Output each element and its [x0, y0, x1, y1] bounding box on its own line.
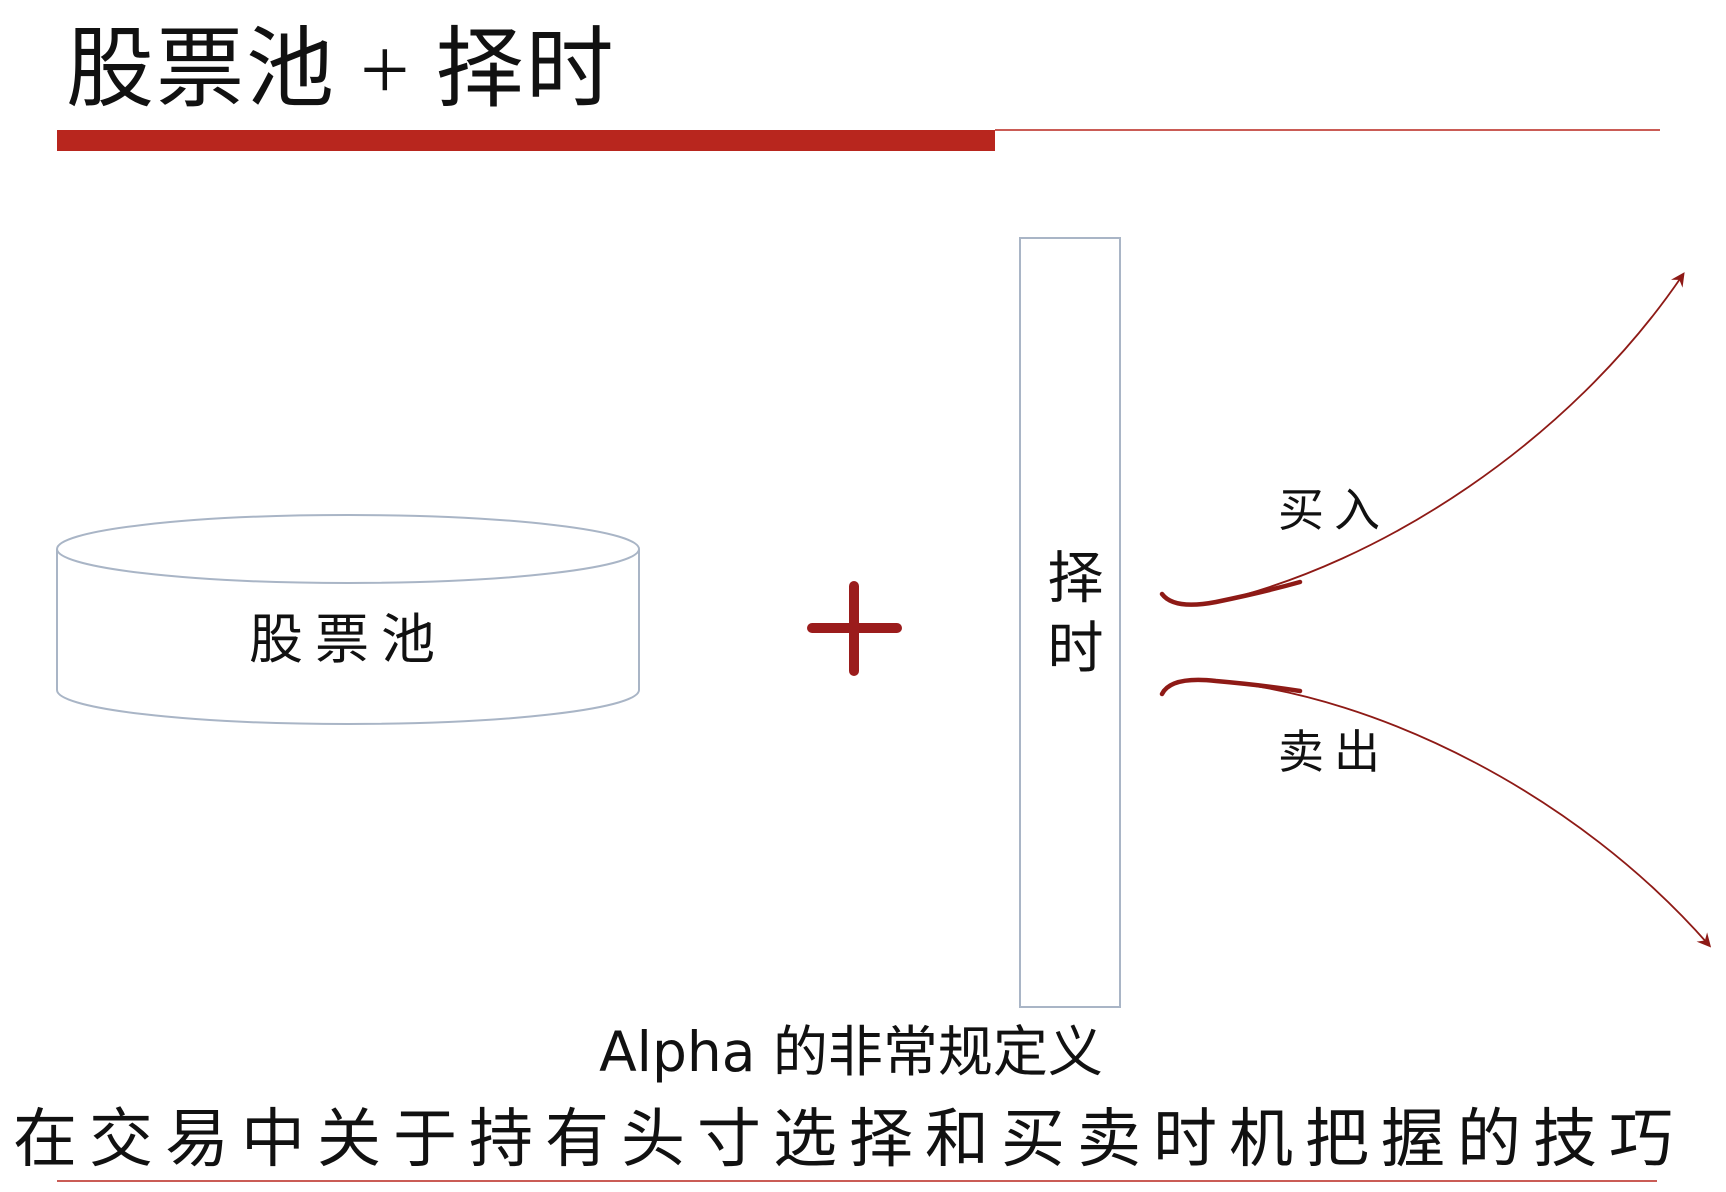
plus-icon: [807, 581, 902, 676]
sell-arrow-icon: [1159, 677, 1712, 948]
title-underline-bar: [57, 130, 995, 151]
buy-arrow-icon: [1159, 272, 1685, 607]
stock-pool-label: 股票池: [249, 608, 447, 671]
buy-label: 买入: [1278, 483, 1390, 537]
timing-label: 择时: [1038, 548, 1103, 688]
sell-label: 卖出: [1278, 725, 1390, 779]
alpha-caption: Alpha 的非常规定义: [599, 1020, 1103, 1084]
definition-text: 在交易中关于持有头寸选择和买卖时机把握的技巧: [13, 1103, 1685, 1177]
diagram-canvas: [56, 129, 1712, 1182]
